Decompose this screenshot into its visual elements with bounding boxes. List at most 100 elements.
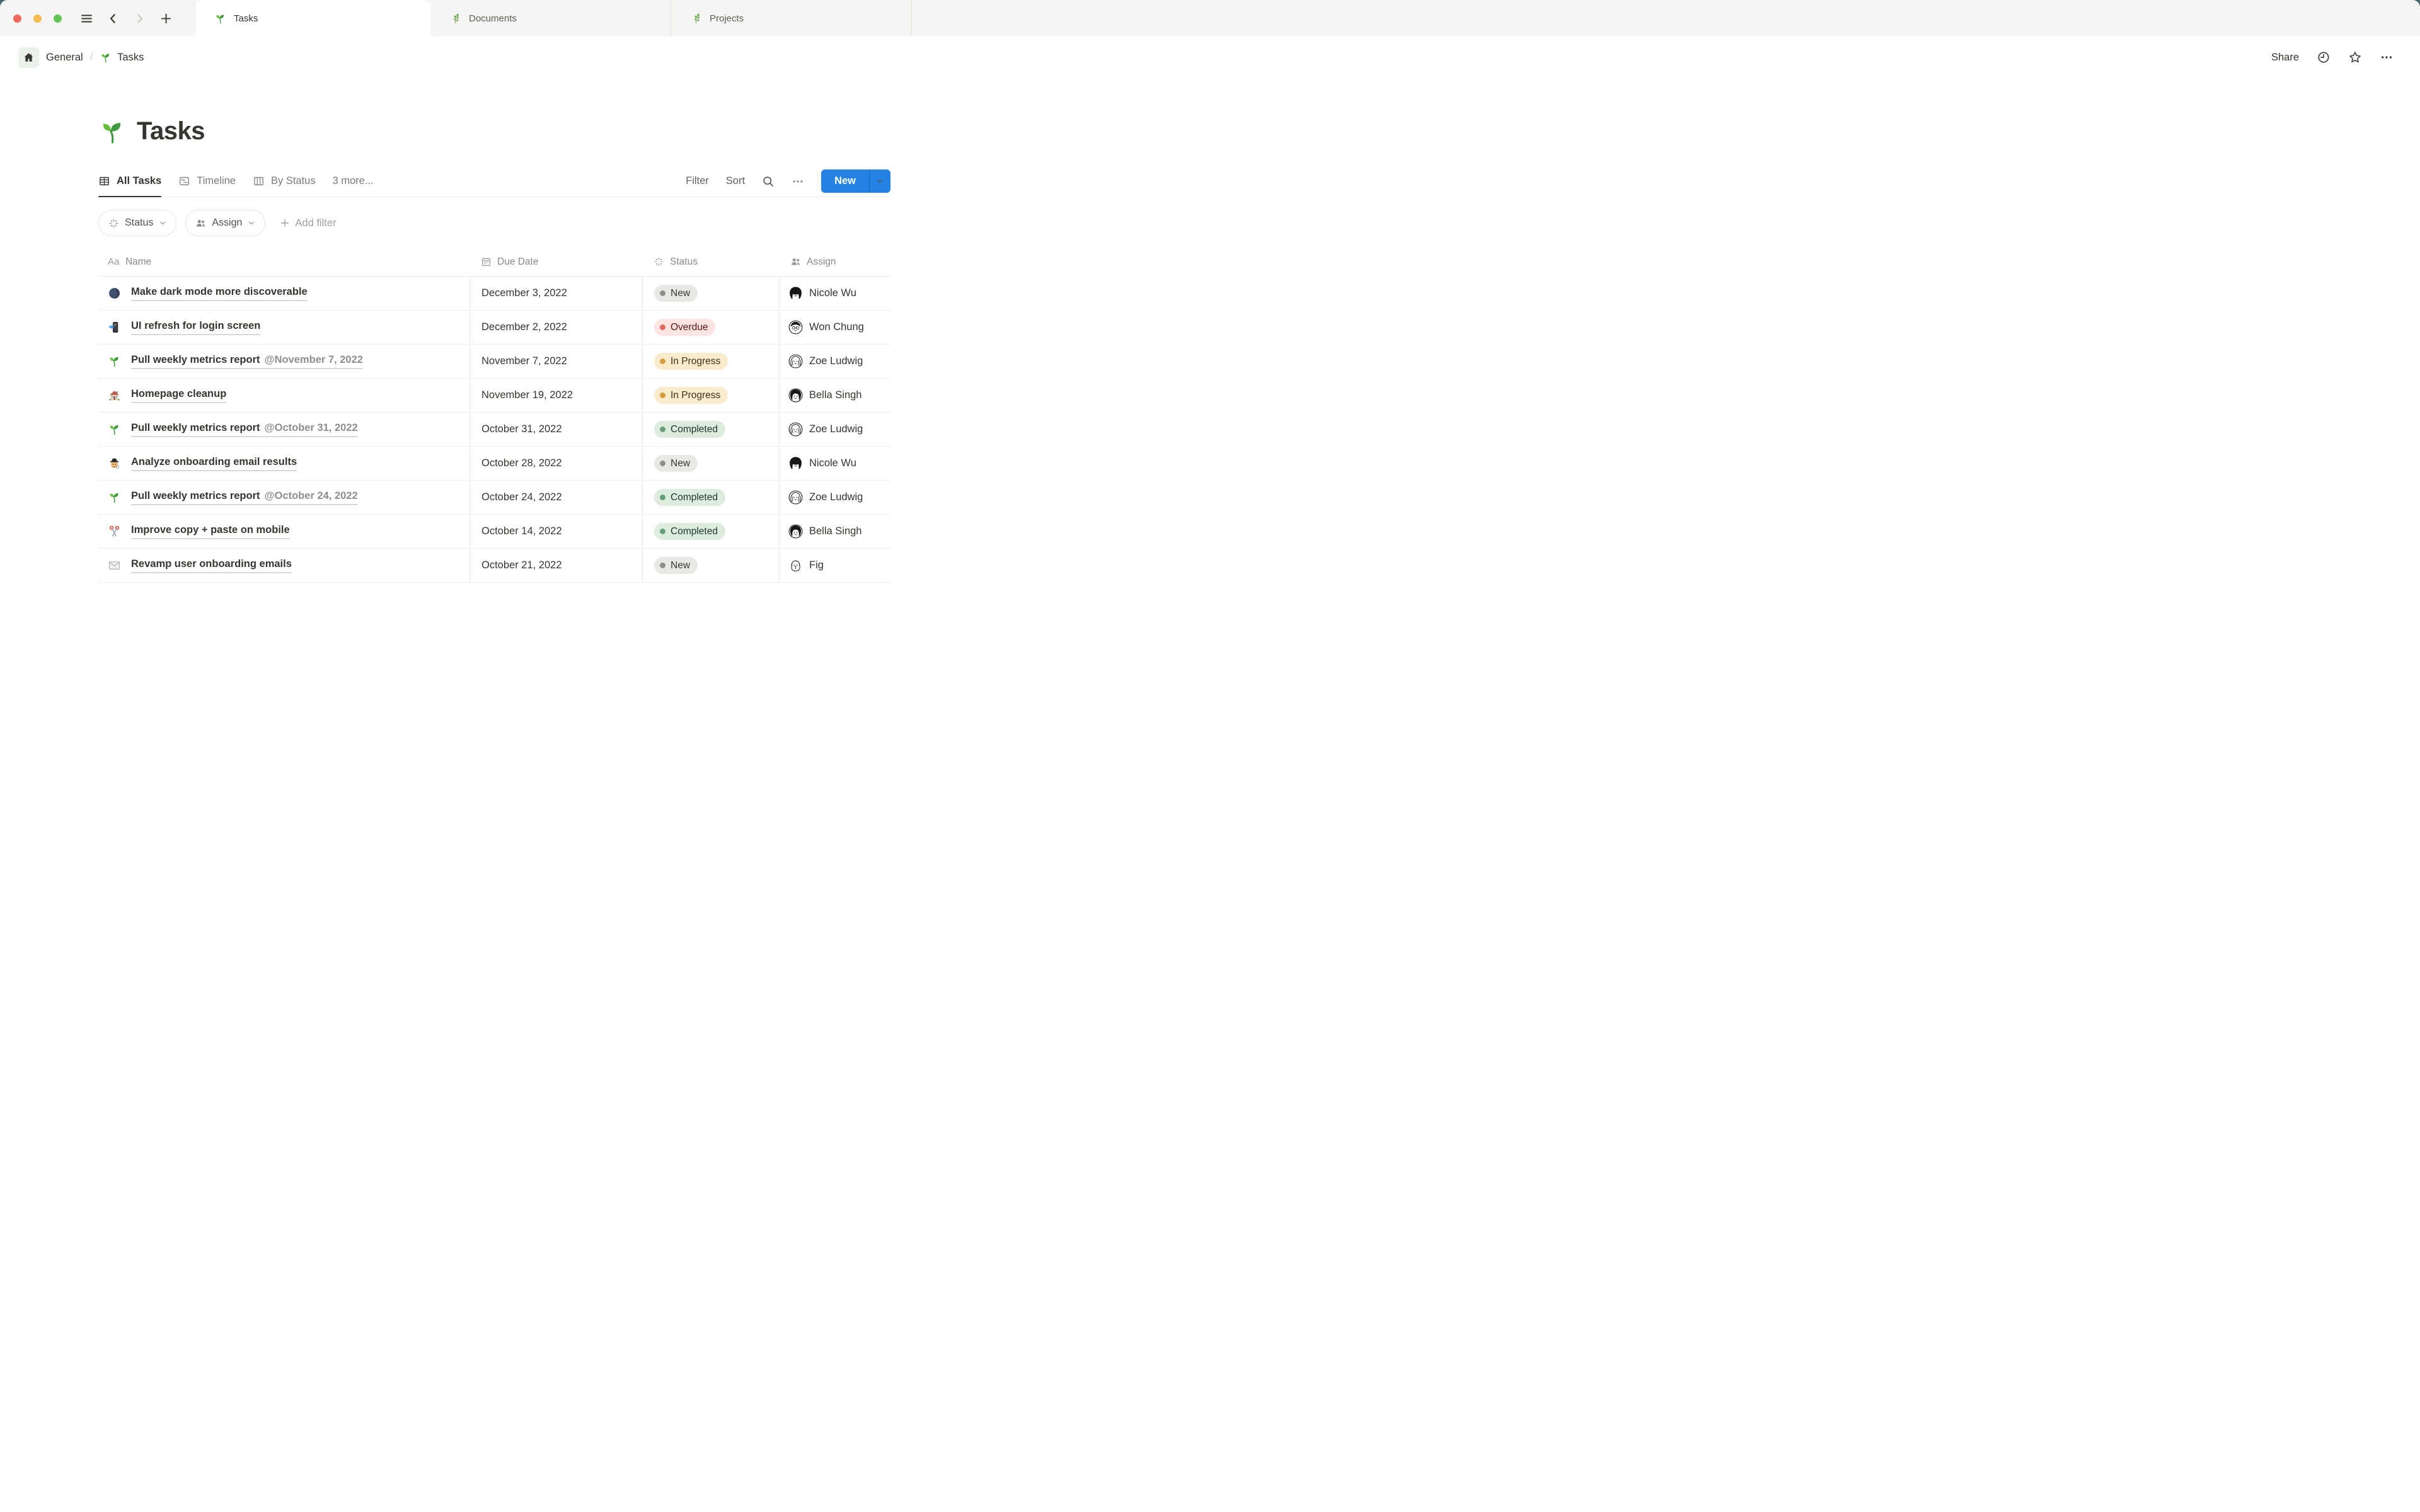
table-row[interactable]: Make dark mode more discoverable December… [98, 277, 890, 311]
status-cell[interactable]: Overdue [642, 311, 779, 344]
home-icon[interactable] [18, 47, 39, 68]
menu-icon[interactable] [80, 12, 93, 25]
table-row[interactable]: Pull weekly metrics report @October 24, 2… [98, 481, 890, 515]
view-tab-timeline[interactable]: Timeline [178, 166, 236, 197]
filter-chip-status[interactable]: Status [98, 210, 177, 236]
column-header-assign[interactable]: Assign [779, 256, 890, 268]
view-tab-all-tasks[interactable]: All Tasks [98, 166, 162, 197]
status-cell[interactable]: Completed [642, 515, 779, 548]
window-tab-tasks[interactable]: Tasks [195, 0, 430, 37]
status-badge[interactable]: Completed [654, 523, 725, 540]
table-row[interactable]: Improve copy + paste on mobile October 14… [98, 515, 890, 549]
more-icon[interactable] [2380, 50, 2394, 64]
table-row[interactable]: Pull weekly metrics report @October 31, 2… [98, 413, 890, 447]
task-title[interactable]: Homepage cleanup [131, 388, 226, 399]
status-badge[interactable]: Completed [654, 489, 725, 506]
due-date-cell[interactable]: October 31, 2022 [470, 413, 642, 446]
task-title[interactable]: Improve copy + paste on mobile [131, 524, 290, 536]
task-name-cell[interactable]: Analyze onboarding email results [98, 447, 470, 480]
column-header-name[interactable]: Aa Name [98, 256, 470, 268]
status-badge[interactable]: Overdue [654, 319, 716, 336]
task-name-cell[interactable]: Pull weekly metrics report @November 7, 2… [98, 345, 470, 378]
assign-cell[interactable]: Won Chung [779, 311, 890, 344]
new-tab-icon[interactable] [159, 12, 173, 25]
view-tab-by-status[interactable]: By Status [253, 166, 316, 197]
task-title[interactable]: Analyze onboarding email results [131, 456, 297, 467]
task-title[interactable]: Make dark mode more discoverable [131, 286, 308, 297]
new-button[interactable]: New [821, 169, 890, 193]
task-name-cell[interactable]: Improve copy + paste on mobile [98, 515, 470, 548]
table-row[interactable]: Pull weekly metrics report @November 7, 2… [98, 345, 890, 379]
search-icon[interactable] [762, 175, 775, 188]
due-date-cell[interactable]: October 28, 2022 [470, 447, 642, 480]
sort-button[interactable]: Sort [726, 175, 745, 187]
status-badge[interactable]: New [654, 455, 698, 472]
share-button[interactable]: Share [2271, 52, 2299, 64]
task-name-cell[interactable]: Homepage cleanup [98, 379, 470, 412]
status-badge[interactable]: New [654, 557, 698, 574]
status-cell[interactable]: Completed [642, 413, 779, 446]
zoom-window-button[interactable] [54, 14, 62, 23]
status-badge[interactable]: In Progress [654, 387, 729, 404]
assign-cell[interactable]: Zoe Ludwig [779, 481, 890, 514]
status-badge[interactable]: Completed [654, 421, 725, 438]
window-tab-projects[interactable]: Projects [671, 0, 912, 37]
filter-chip-assign[interactable]: Assign [185, 210, 266, 236]
status-cell[interactable]: In Progress [642, 345, 779, 378]
table-row[interactable]: Revamp user onboarding emails October 21,… [98, 549, 890, 583]
table-row[interactable]: UI refresh for login screen December 2, 2… [98, 311, 890, 345]
close-window-button[interactable] [13, 14, 21, 23]
task-name-cell[interactable]: UI refresh for login screen [98, 311, 470, 344]
due-date-cell[interactable]: October 14, 2022 [470, 515, 642, 548]
status-cell[interactable]: Completed [642, 481, 779, 514]
breadcrumb-page[interactable]: Tasks [100, 52, 144, 64]
forward-icon[interactable] [133, 12, 146, 25]
date-mention[interactable]: @November 7, 2022 [265, 354, 363, 365]
table-row[interactable]: Homepage cleanup November 19, 2022 In Prog… [98, 379, 890, 413]
due-date-cell[interactable]: November 19, 2022 [470, 379, 642, 412]
clock-icon[interactable] [2317, 50, 2331, 64]
task-title[interactable]: Revamp user onboarding emails [131, 558, 292, 570]
status-cell[interactable]: New [642, 277, 779, 310]
page-title[interactable]: Tasks [137, 117, 205, 146]
star-icon[interactable] [2348, 50, 2362, 64]
status-badge[interactable]: New [654, 285, 698, 302]
task-name-cell[interactable]: Pull weekly metrics report @October 31, 2… [98, 413, 470, 446]
task-title[interactable]: Pull weekly metrics report [131, 354, 260, 365]
task-title[interactable]: Pull weekly metrics report [131, 422, 260, 433]
seedling-icon[interactable] [98, 118, 126, 146]
assign-cell[interactable]: Fig [779, 549, 890, 582]
filter-button[interactable]: Filter [686, 175, 709, 187]
assign-cell[interactable]: Zoe Ludwig [779, 413, 890, 446]
due-date-cell[interactable]: October 21, 2022 [470, 549, 642, 582]
due-date-cell[interactable]: December 2, 2022 [470, 311, 642, 344]
assign-cell[interactable]: Nicole Wu [779, 277, 890, 310]
task-title[interactable]: UI refresh for login screen [131, 320, 260, 331]
status-cell[interactable]: New [642, 447, 779, 480]
column-header-due-date[interactable]: Due Date [470, 256, 642, 268]
task-name-cell[interactable]: Make dark mode more discoverable [98, 277, 470, 310]
status-cell[interactable]: In Progress [642, 379, 779, 412]
breadcrumb-workspace[interactable]: General [46, 52, 83, 64]
more-views-button[interactable]: 3 more... [333, 175, 374, 187]
add-filter-button[interactable]: Add filter [280, 217, 337, 229]
status-badge[interactable]: In Progress [654, 353, 729, 370]
task-name-cell[interactable]: Pull weekly metrics report @October 24, 2… [98, 481, 470, 514]
due-date-cell[interactable]: October 24, 2022 [470, 481, 642, 514]
date-mention[interactable]: @October 24, 2022 [265, 490, 358, 501]
assign-cell[interactable]: Zoe Ludwig [779, 345, 890, 378]
assign-cell[interactable]: Nicole Wu [779, 447, 890, 480]
due-date-cell[interactable]: November 7, 2022 [470, 345, 642, 378]
minimize-window-button[interactable] [33, 14, 42, 23]
back-icon[interactable] [107, 12, 120, 25]
task-name-cell[interactable]: Revamp user onboarding emails [98, 549, 470, 582]
assign-cell[interactable]: Bella Singh [779, 379, 890, 412]
assign-cell[interactable]: Bella Singh [779, 515, 890, 548]
view-more-icon[interactable] [792, 175, 804, 188]
column-header-status[interactable]: Status [642, 256, 779, 268]
date-mention[interactable]: @October 31, 2022 [265, 422, 358, 433]
table-row[interactable]: Analyze onboarding email results October … [98, 447, 890, 481]
task-title[interactable]: Pull weekly metrics report [131, 490, 260, 501]
due-date-cell[interactable]: December 3, 2022 [470, 277, 642, 310]
window-tab-documents[interactable]: Documents [430, 0, 671, 37]
